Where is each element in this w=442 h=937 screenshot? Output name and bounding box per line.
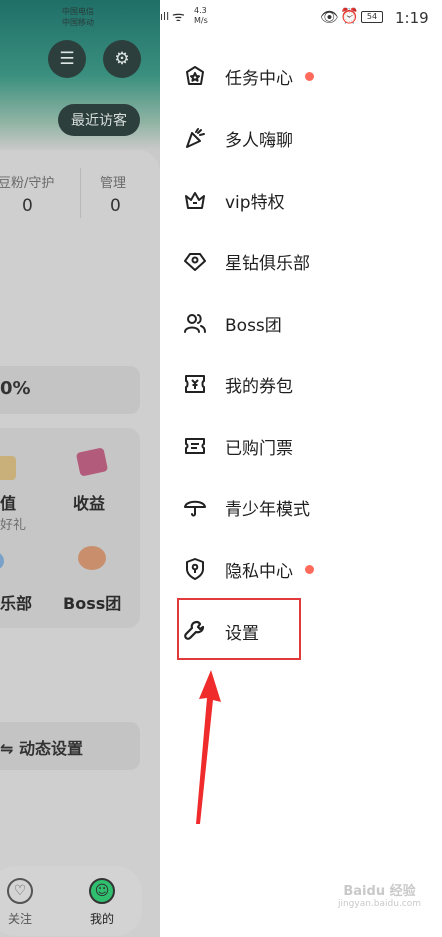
tab-follow-label: 关注	[7, 912, 32, 926]
battery-icon: 54	[361, 11, 383, 23]
gear-icon[interactable]: ⚙	[103, 40, 141, 78]
diamond-icon	[182, 248, 208, 274]
menu-item-label: 任务中心	[225, 68, 293, 89]
baidu-jingyan-watermark: Baidu 经验 jingyan.baidu.com	[322, 880, 437, 930]
network-speed: 4.3 M/s	[194, 6, 208, 25]
tab-mine-label: 我的	[89, 912, 114, 926]
menu-item-label: 已购门票	[225, 438, 293, 459]
boss-group-icon	[78, 546, 106, 570]
profile-page-background: 中国电信 中国移动 ☰ ⚙ 最近访客 豆粉/守护 0 管理 0 0% 值 好礼 …	[0, 0, 160, 937]
menu-item-teen-mode[interactable]: 青少年模式	[182, 487, 422, 527]
crown-icon	[182, 187, 208, 213]
recent-visitors-button[interactable]: 最近访客	[58, 104, 140, 136]
progress-percent: 0%	[0, 378, 31, 399]
menu-item-purchased-tickets[interactable]: 已购门票	[182, 426, 422, 466]
tab-mine[interactable]: ☺ 我的	[82, 878, 122, 927]
alarm-icon: ⏰	[340, 7, 359, 25]
shield-icon	[182, 556, 208, 582]
dynamic-settings-label: ⇋ 动态设置	[0, 739, 83, 758]
coupon-icon	[182, 371, 208, 397]
menu-item-coupon-wallet[interactable]: 我的券包	[182, 364, 422, 404]
settings-highlight-box	[177, 598, 301, 660]
menu-item-label: 隐私中心	[225, 561, 293, 582]
menu-item-star-diamond-club[interactable]: 星钻俱乐部	[182, 241, 422, 281]
eye-icon: 👁	[320, 8, 340, 26]
star-badge-icon	[182, 63, 208, 89]
stat-divider	[80, 168, 81, 218]
menu-item-boss-group[interactable]: Boss团	[182, 303, 422, 343]
menu-item-group-chat[interactable]: 多人嗨聊	[182, 118, 422, 158]
menu-item-label: 青少年模式	[225, 499, 310, 520]
stat-label-manage: 管理	[100, 176, 127, 191]
smile-icon: ☺	[89, 878, 115, 904]
stat-label-fans: 豆粉/守护	[0, 176, 55, 191]
sliders-icon: ⇋	[0, 739, 19, 758]
grid-item-club[interactable]: 乐部	[0, 590, 32, 614]
gift-icon	[0, 456, 16, 480]
menu-item-privacy-center[interactable]: 隐私中心	[182, 549, 422, 589]
umbrella-icon	[182, 494, 208, 520]
menu-item-label: 多人嗨聊	[225, 130, 293, 151]
menu-item-vip[interactable]: vip特权	[182, 180, 422, 220]
status-bar: ıll ᯤ 4.3 M/s 👁 ⏰ 54 1:19	[160, 0, 442, 36]
status-time: 1:19	[395, 9, 429, 27]
notification-dot	[305, 564, 314, 574]
users-icon	[182, 310, 208, 336]
ticket-icon	[182, 433, 208, 459]
signal-icon: ıll	[160, 10, 170, 23]
watermark-title: Baidu 经验	[343, 884, 416, 899]
stat-value-manage: 0	[110, 196, 121, 216]
stat-value-fans: 0	[22, 196, 33, 216]
watermark-url: jingyan.baidu.com	[337, 899, 422, 909]
menu-item-task-center[interactable]: 任务中心	[182, 56, 422, 96]
grid-item-income[interactable]: 收益	[73, 490, 105, 514]
menu-item-label: 星钻俱乐部	[225, 253, 310, 274]
party-popper-icon	[182, 125, 208, 151]
grid-item-recharge[interactable]: 值	[0, 490, 16, 514]
annotation-arrow	[196, 670, 221, 824]
menu-item-label: Boss团	[225, 315, 282, 336]
scan-icon[interactable]: ☰	[48, 40, 86, 78]
grid-item-recharge-sub: 好礼	[0, 518, 27, 533]
heart-smile-icon: ♡	[7, 878, 33, 904]
notification-dot	[305, 71, 314, 81]
carrier-info: 中国电信 中国移动	[62, 7, 94, 27]
grid-item-boss[interactable]: Boss团	[63, 590, 121, 614]
menu-item-label: vip特权	[225, 192, 285, 213]
tab-follow[interactable]: ♡ 关注	[0, 878, 40, 927]
wifi-icon: ᯤ	[172, 9, 185, 25]
menu-item-label: 我的券包	[225, 376, 293, 397]
